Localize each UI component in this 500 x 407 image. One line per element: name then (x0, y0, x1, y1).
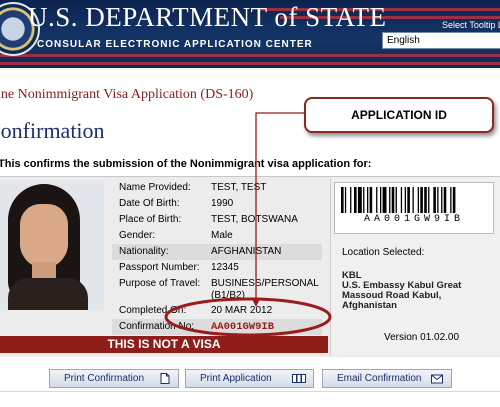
barcode-bar (367, 187, 369, 213)
barcode-bar (357, 187, 362, 213)
applicant-photo (0, 180, 104, 310)
field-label: Name Provided: (119, 182, 191, 193)
print-application-label: Print Application (200, 373, 272, 384)
tooltip-language-label: Select Tooltip La (442, 20, 500, 30)
barcode-text: AA001GW9IB (363, 214, 464, 225)
email-confirmation-button[interactable]: Email Confirmation (322, 369, 452, 388)
field-label: Gender: (119, 230, 156, 241)
confirmation-number: AA001GW9IB (211, 321, 275, 333)
barcode-bar (417, 187, 419, 213)
field-label: Date Of Birth: (119, 198, 180, 209)
field-label: Passport Number: (119, 262, 200, 273)
barcode-bar (344, 187, 347, 213)
barcode-bar (424, 187, 427, 213)
barcode-bar (404, 187, 406, 213)
barcode-bar (341, 187, 344, 213)
barcode-graphic (341, 187, 456, 213)
barcode-bar (452, 187, 456, 213)
field-label: Completed On: (119, 305, 187, 316)
field-value: Male (211, 230, 233, 241)
barcode-bar (382, 187, 387, 213)
language-select[interactable]: English (382, 32, 500, 49)
field-value: TEST, BOTSWANA (211, 214, 298, 225)
field-label: Nationality: (119, 246, 169, 257)
field-row-name: Name Provided: TEST, TEST (112, 180, 322, 196)
barcode-bar (389, 187, 391, 213)
location-label: Location Selected: (342, 247, 425, 258)
barcode-box: AA001GW9IB (334, 182, 494, 234)
photo-face (20, 204, 68, 268)
barcode-bar (363, 187, 365, 213)
action-bar: Print Confirmation Print Application Ema… (0, 362, 500, 407)
field-row-completed: Completed On: 20 MAR 2012 (112, 303, 322, 319)
barcode-bar (376, 187, 378, 213)
field-row-nationality: Nationality: AFGHANISTAN (112, 244, 322, 260)
field-value: BUSINESS/PERSONAL (B1/B2) (211, 278, 319, 301)
barcode-bar (441, 187, 443, 213)
field-label: Confirmation No: (119, 321, 195, 332)
barcode-bar (428, 187, 430, 213)
print-confirmation-button[interactable]: Print Confirmation (49, 369, 179, 388)
email-confirmation-label: Email Confirmation (337, 373, 422, 384)
envelope-icon (431, 374, 443, 384)
page-title: Confirmation (0, 118, 105, 143)
print-application-button[interactable]: Print Application (185, 369, 314, 388)
location-line: Afghanistan (342, 300, 397, 311)
field-label: Purpose of Travel: (119, 278, 201, 289)
photo-shirt (8, 278, 88, 310)
barcode-bar (350, 187, 352, 213)
field-row-passport: Passport Number: 12345 (112, 260, 322, 276)
divider (0, 391, 500, 392)
department-subtitle: CONSULAR ELECTRONIC APPLICATION CENTER (37, 39, 313, 50)
barcode-bar (450, 187, 452, 213)
confirmation-message: This confirms the submission of the Noni… (0, 158, 372, 170)
print-confirmation-label: Print Confirmation (64, 373, 145, 384)
barcode-bar (369, 187, 373, 213)
field-value: TEST, TEST (211, 182, 267, 193)
application-id-callout: APPLICATION ID (304, 97, 494, 133)
department-title: U.S. DEPARTMENT of STATE (28, 2, 387, 32)
header-banner: U.S. DEPARTMENT of STATE CONSULAR ELECTR… (0, 0, 500, 68)
form-title: Online Nonimmigrant Visa Application (DS… (0, 87, 254, 102)
barcode-bar (380, 187, 382, 213)
barcode-bar (437, 187, 439, 213)
barcode-bar (433, 187, 436, 213)
field-label: Place of Birth: (119, 214, 182, 225)
pages-icon (292, 374, 306, 383)
flag-stripe (0, 62, 500, 65)
barcode-bar (407, 187, 410, 213)
field-row-dob: Date Of Birth: 1990 (112, 196, 322, 212)
barcode-bar (400, 187, 403, 213)
field-row-birthplace: Place of Birth: TEST, BOTSWANA (112, 212, 322, 228)
barcode-bar (391, 187, 395, 213)
version-label: Version 01.02.00 (384, 332, 460, 343)
field-row-purpose: Purpose of Travel: BUSINESS/PERSONAL (B1… (112, 276, 322, 303)
field-value: 20 MAR 2012 (211, 305, 273, 316)
barcode-bar (443, 187, 447, 213)
applicant-fields: Name Provided: TEST, TEST Date Of Birth:… (112, 180, 322, 335)
flag-stripe (0, 54, 500, 57)
barcode-bar (412, 187, 414, 213)
document-icon (160, 373, 170, 384)
barcode-bar (354, 187, 357, 213)
not-a-visa-banner: THIS IS NOT A VISA (0, 336, 328, 353)
field-value: 1990 (211, 198, 234, 209)
barcode-bar (420, 187, 423, 213)
barcode-bar (395, 187, 397, 213)
field-value: AFGHANISTAN (211, 246, 282, 257)
field-row-confirmation: Confirmation No: AA001GW9IB (112, 319, 322, 335)
field-row-gender: Gender: Male (112, 228, 322, 244)
field-value: 12345 (211, 262, 239, 273)
